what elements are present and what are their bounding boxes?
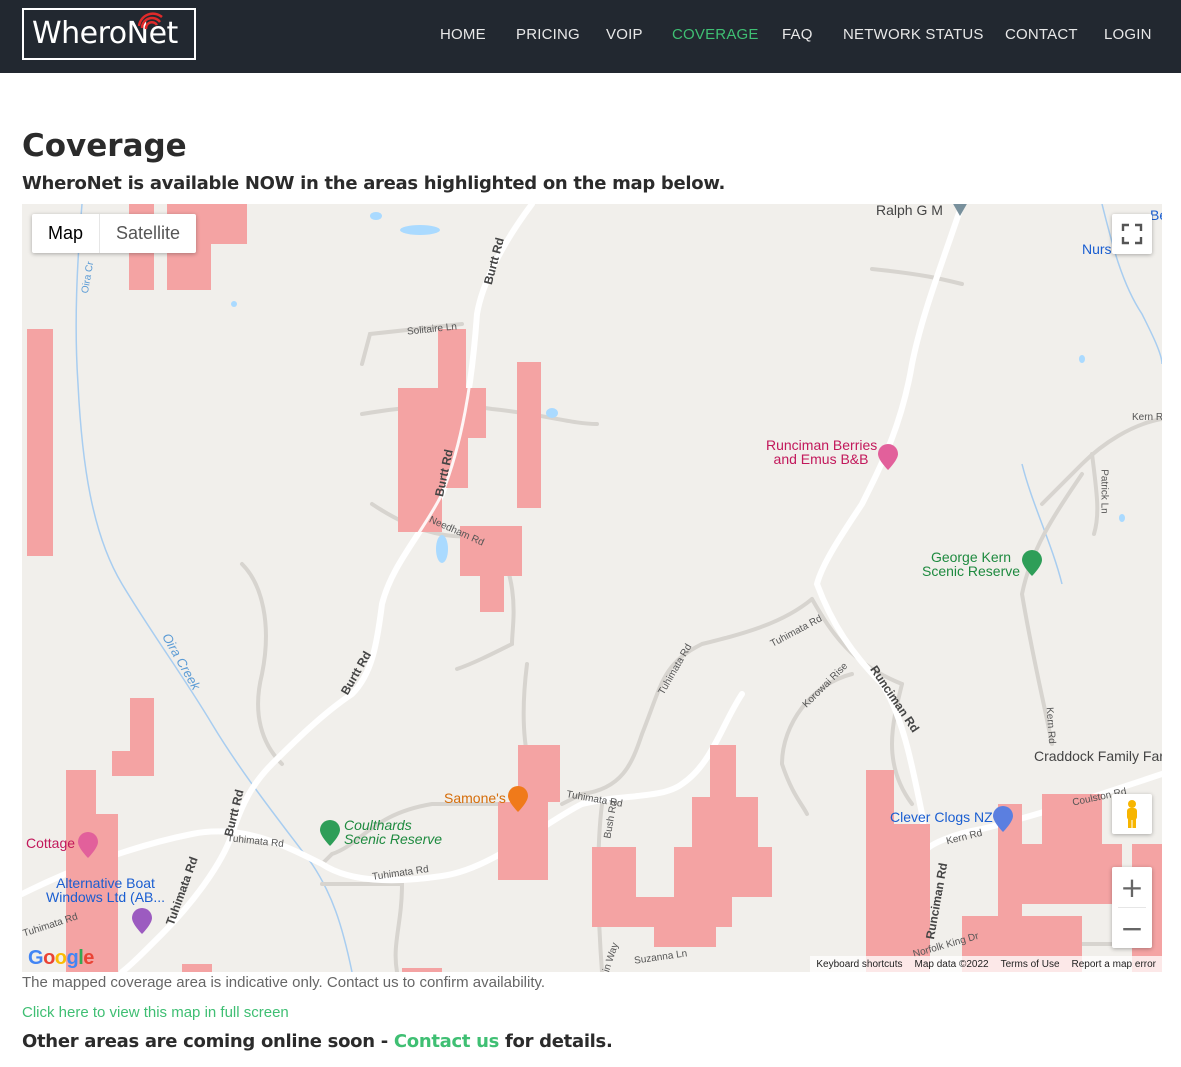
wheronet-logo[interactable]: WheroNet [22, 8, 196, 60]
poi-runciman-berries[interactable]: Runciman Berries and Emus B&B [766, 438, 877, 467]
fullscreen-icon [1121, 223, 1143, 245]
terms-of-use-link[interactable]: Terms of Use [1001, 959, 1060, 970]
road-label-patrick-ln: Patrick Ln [1098, 469, 1110, 514]
other-areas-prefix: Other areas are coming online soon - [22, 1031, 394, 1052]
nav-home[interactable]: HOME [440, 26, 486, 43]
zoom-in-button[interactable]: + [1112, 867, 1152, 907]
minus-icon: − [1120, 911, 1144, 945]
poi-alternative-boat[interactable]: Alternative Boat Windows Ltd (AB... [46, 876, 165, 904]
coverage-note: The mapped coverage area is indicative o… [22, 974, 546, 991]
wifi-signal-icon [138, 12, 163, 30]
contact-us-link[interactable]: Contact us [394, 1031, 500, 1052]
map-type-map-button[interactable]: Map [32, 214, 99, 253]
nav-coverage[interactable]: COVERAGE [672, 26, 759, 43]
pegman-icon [1127, 800, 1137, 828]
page-subtitle: WheroNet is available NOW in the areas h… [22, 173, 726, 194]
poi-alt-boat-line2: Windows Ltd (AB... [46, 889, 166, 905]
poi-george-kern-line2: Scenic Reserve [922, 563, 1021, 579]
nav-pricing[interactable]: PRICING [516, 26, 580, 43]
nav-login[interactable]: LOGIN [1104, 26, 1152, 43]
poi-samones[interactable]: Samone's [444, 790, 506, 806]
poi-cottage[interactable]: Cottage [26, 836, 75, 850]
nav-voip[interactable]: VOIP [606, 26, 643, 43]
other-areas-text: Other areas are coming online soon - Con… [22, 1031, 613, 1052]
street-view-pegman-button[interactable] [1112, 794, 1152, 834]
coverage-map[interactable]: Oira Cr Burtt Rd Solitaire Ln Burtt Rd N… [22, 204, 1162, 972]
map-type-control: Map Satellite [32, 214, 197, 253]
fullscreen-button[interactable] [1112, 214, 1152, 254]
nav-network-status[interactable]: NETWORK STATUS [843, 26, 984, 43]
road-label-kern-rd-top: Kern Rd [1132, 412, 1162, 423]
poi-coulthards[interactable]: Coulthards Scenic Reserve [344, 818, 442, 846]
poi-ralph[interactable]: Ralph G M [876, 204, 943, 218]
poi-george-kern[interactable]: George Kern Scenic Reserve [922, 550, 1020, 578]
nav-contact[interactable]: CONTACT [1005, 26, 1078, 43]
other-areas-suffix: for details. [499, 1031, 613, 1052]
keyboard-shortcuts-link[interactable]: Keyboard shortcuts [816, 959, 902, 970]
coverage-areas [27, 204, 1162, 972]
zoom-out-button[interactable]: − [1112, 908, 1152, 948]
nav-faq[interactable]: FAQ [782, 26, 813, 43]
google-logo[interactable]: Google [28, 947, 94, 970]
poi-clever-clogs[interactable]: Clever Clogs NZ [890, 810, 993, 824]
plus-icon: + [1120, 870, 1144, 904]
fullscreen-map-link[interactable]: Click here to view this map in full scre… [22, 1004, 289, 1021]
poi-coulthards-line2: Scenic Reserve [344, 831, 443, 847]
report-map-error-link[interactable]: Report a map error [1072, 959, 1156, 970]
poi-runciman-berries-line2: and Emus B&B [773, 451, 869, 467]
map-attribution: Keyboard shortcuts Map data ©2022 Terms … [810, 956, 1162, 972]
page-title: Coverage [22, 128, 187, 164]
map-data-label: Map data ©2022 [914, 958, 989, 970]
poi-craddock[interactable]: Craddock Family Far [1034, 748, 1162, 764]
map-type-satellite-button[interactable]: Satellite [99, 214, 196, 253]
site-header: WheroNet HOME PRICING VOIP COVERAGE FAQ … [0, 0, 1181, 73]
zoom-control: + − [1112, 867, 1152, 948]
